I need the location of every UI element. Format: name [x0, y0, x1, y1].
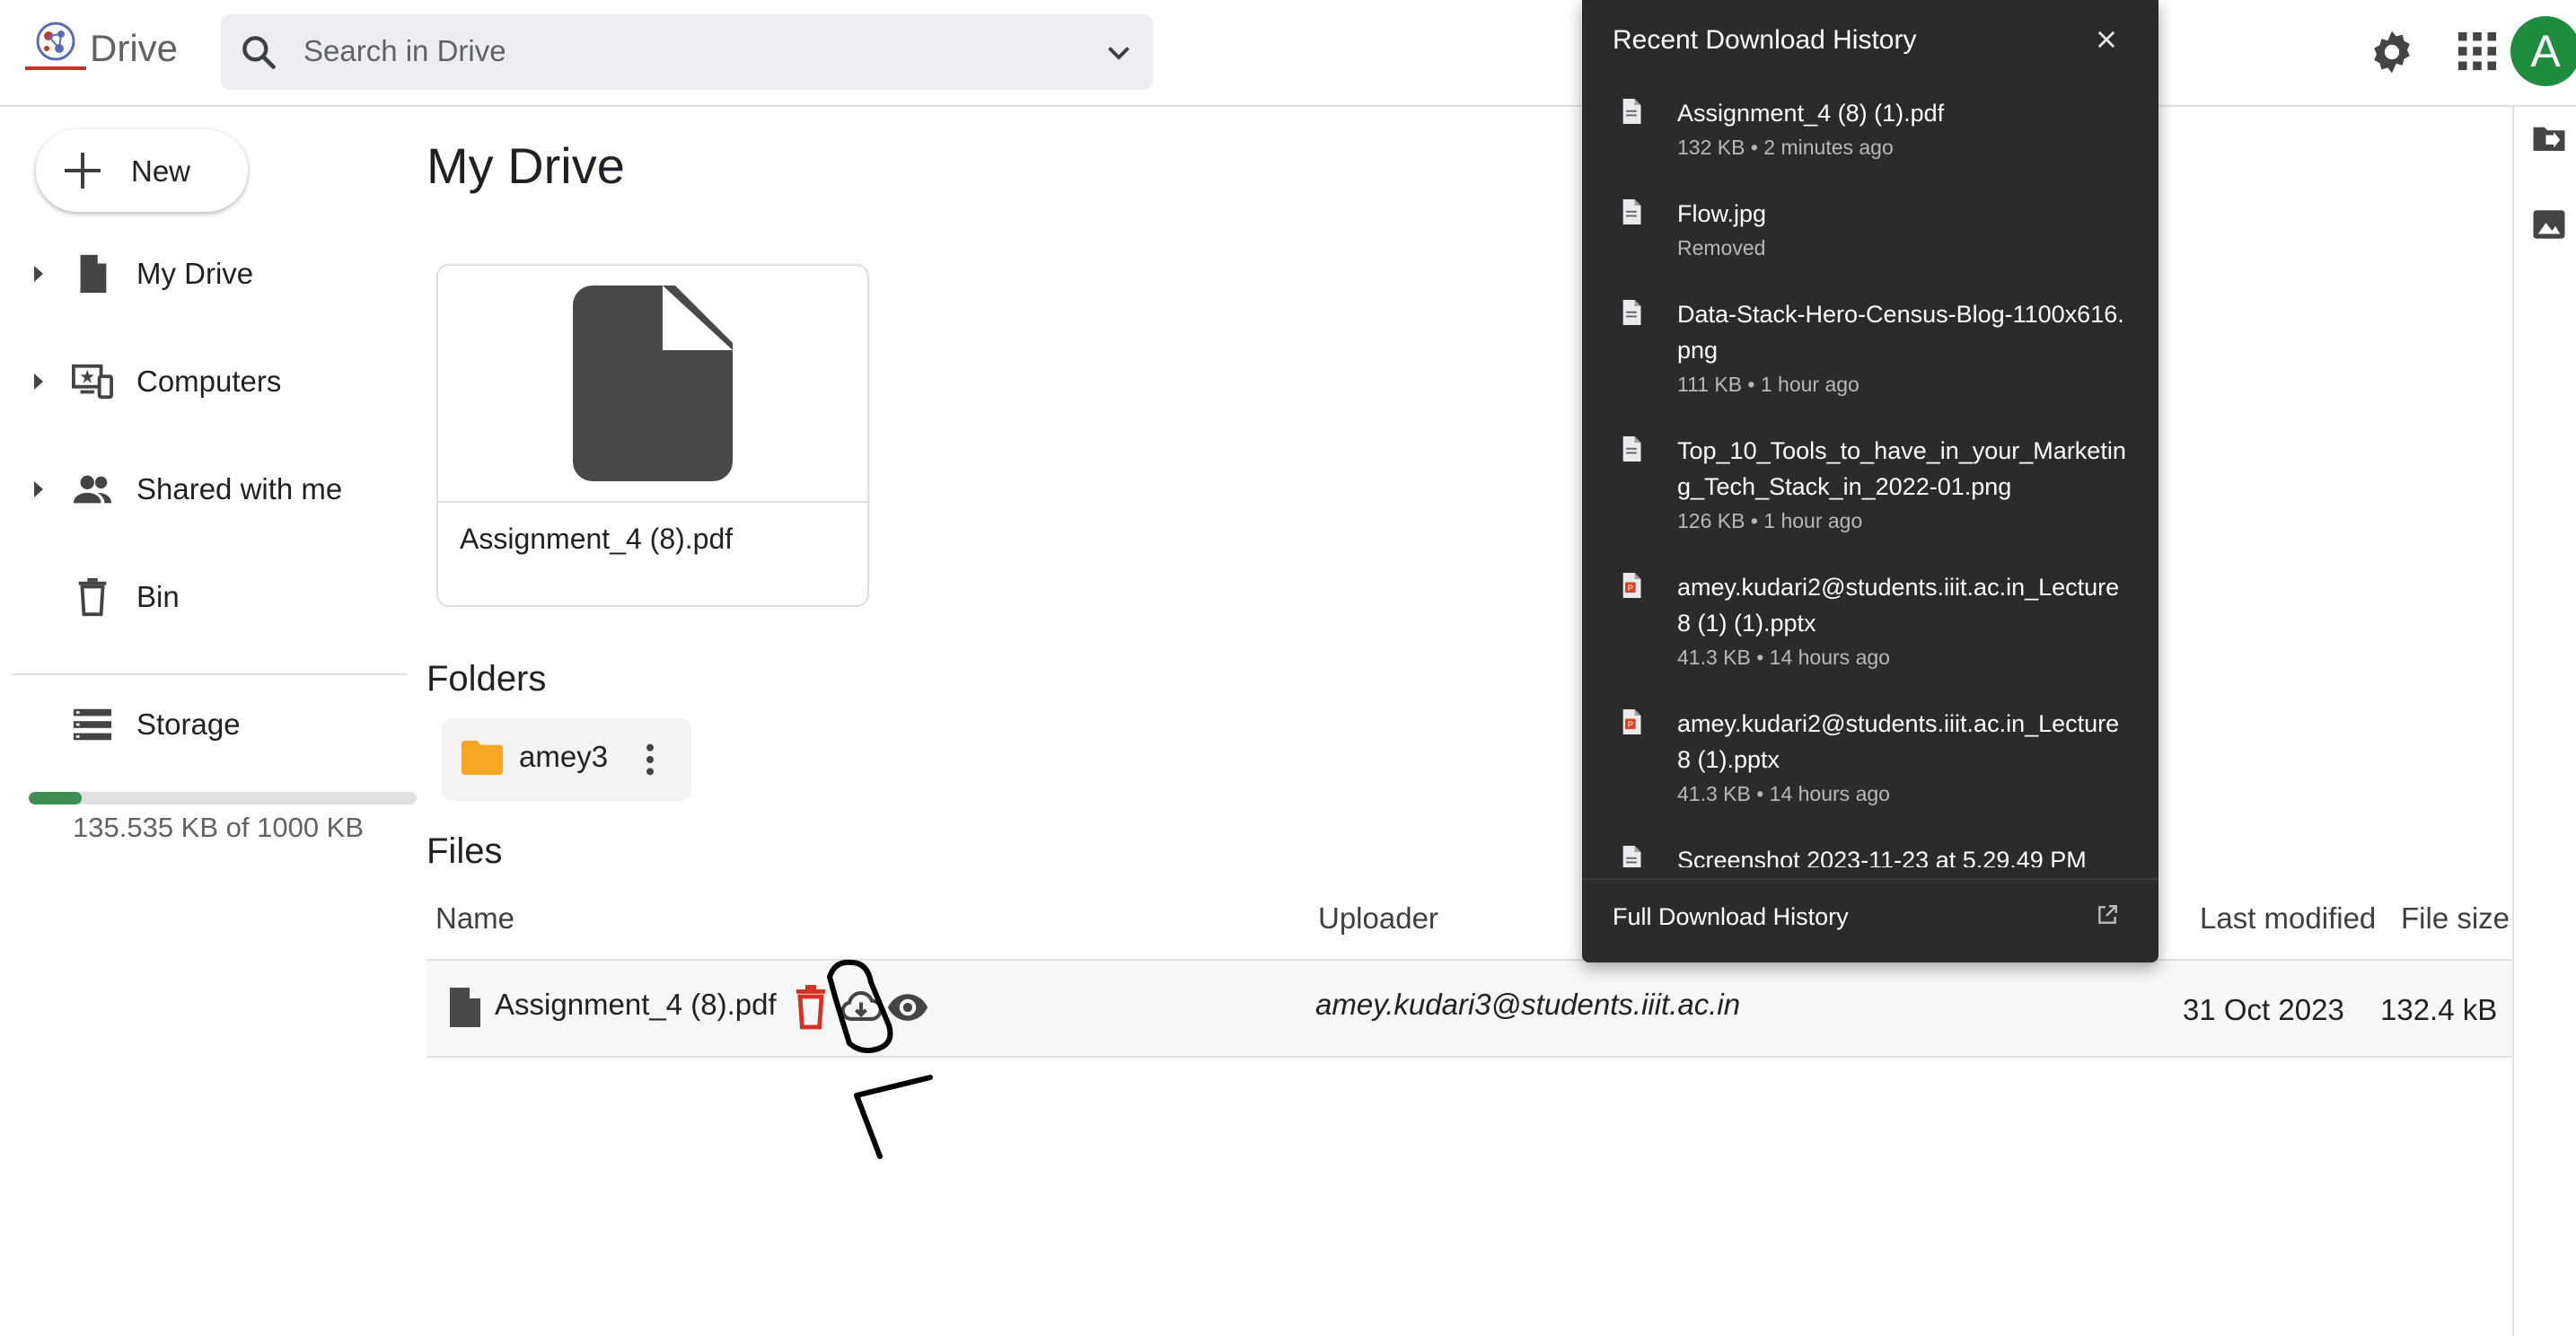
storage-icon: [73, 708, 112, 741]
sidebar-item-label: My Drive: [136, 257, 254, 290]
download-item-meta: 41.3 KB • 14 hours ago: [1677, 646, 1890, 669]
download-item[interactable]: Pamey.kudari2@students.iiit.ac.in_Lectur…: [1582, 560, 2158, 697]
sidebar-item-shared-with-me[interactable]: Shared with me: [0, 449, 395, 530]
sidebar-item-label: Computers: [136, 365, 282, 398]
image-icon[interactable]: [2530, 206, 2568, 243]
gear-icon[interactable]: [2367, 27, 2417, 77]
new-button[interactable]: New: [36, 129, 248, 212]
expand-arrow-icon[interactable]: [34, 266, 43, 282]
people-icon: [73, 475, 112, 504]
more-vert-icon[interactable]: [641, 742, 659, 778]
doc-icon: [1622, 300, 1641, 325]
svg-text:P: P: [1628, 720, 1633, 729]
trash-icon: [78, 577, 107, 617]
file-icon: [450, 988, 480, 1027]
download-item-name: Screenshot 2023-11-23 at 5.29.49 PM: [1677, 847, 2087, 867]
folder-item[interactable]: amey3: [442, 718, 691, 801]
download-item-name: Data-Stack-Hero-Census-Blog-1100x616.png: [1677, 301, 2124, 364]
folders-heading: Folders: [426, 659, 547, 699]
doc-icon: [1622, 436, 1641, 461]
sidebar-item-my-drive[interactable]: My Drive: [0, 233, 395, 314]
table-row[interactable]: Assignment_4 (8).pdf amey.kudari3@studen…: [426, 959, 2512, 1058]
column-header-uploader[interactable]: Uploader: [1318, 901, 1438, 936]
external-link-icon: [2098, 905, 2117, 924]
expand-arrow-icon[interactable]: [34, 481, 43, 497]
file-card-name: Assignment_4 (8).pdf: [460, 523, 734, 555]
download-list: Assignment_4 (8) (1).pdf 132 KB • 2 minut…: [1582, 86, 2158, 867]
logo-icon[interactable]: [20, 14, 92, 77]
file-icon: [80, 254, 107, 294]
suggested-file-card[interactable]: Assignment_4 (8).pdf: [436, 264, 869, 607]
last-modified-date: 31 Oct 2023: [2183, 993, 2344, 1026]
sidebar-item-label: Storage: [136, 708, 241, 741]
download-item-name: Top_10_Tools_to_have_in_your_Marketing_T…: [1677, 437, 2126, 500]
download-item-name: amey.kudari2@students.iiit.ac.in_Lecture…: [1677, 574, 2120, 637]
uploader-email: amey.kudari3@students.iiit.ac.in: [1315, 988, 1741, 1021]
download-item-meta: 132 KB • 2 minutes ago: [1677, 136, 1894, 159]
storage-progress-bar: [29, 792, 417, 804]
download-item[interactable]: Top_10_Tools_to_have_in_your_Marketing_T…: [1582, 424, 2158, 560]
storage-progress-fill: [29, 792, 82, 804]
ppt-icon: P: [1622, 573, 1641, 598]
download-item[interactable]: Screenshot 2023-11-23 at 5.29.49 PM: [1582, 833, 2158, 867]
folder-name: amey3: [519, 740, 609, 773]
download-item-meta: Removed: [1677, 236, 1766, 259]
download-history-panel: Recent Download History Assignment_4 (8)…: [1582, 0, 2158, 962]
right-rail: [2512, 105, 2576, 1336]
column-header-file-size[interactable]: File size: [2401, 901, 2510, 936]
sidebar-divider: [11, 673, 408, 675]
page-title: My Drive: [426, 137, 625, 194]
file-thumbnail: [438, 266, 867, 503]
folder-icon: [462, 740, 503, 776]
search-input[interactable]: Search in Drive: [303, 34, 506, 68]
svg-text:P: P: [1628, 584, 1633, 593]
file-name[interactable]: Assignment_4 (8).pdf: [495, 988, 777, 1022]
sidebar-item-label: Shared with me: [136, 472, 343, 505]
download-item[interactable]: Pamey.kudari2@students.iiit.ac.in_Lectur…: [1582, 697, 2158, 833]
download-item-name: Flow.jpg: [1677, 200, 1767, 227]
logo-text[interactable]: Drive: [90, 27, 178, 70]
computer-icon: [72, 364, 113, 400]
file-icon: [573, 286, 733, 481]
ppt-icon: P: [1622, 709, 1641, 734]
hand-drawn-annotation: [827, 959, 933, 1159]
doc-icon: [1622, 199, 1641, 224]
close-icon[interactable]: [2094, 27, 2119, 52]
search-icon[interactable]: [239, 32, 278, 72]
storage-usage-text: 135.535 KB of 1000 KB: [73, 812, 365, 843]
sidebar-item-label: Bin: [136, 580, 180, 613]
sidebar-item-computers[interactable]: Computers: [0, 341, 395, 422]
sidebar-item-storage[interactable]: Storage: [0, 684, 395, 765]
files-heading: Files: [426, 831, 503, 871]
expand-arrow-icon[interactable]: [34, 374, 43, 390]
doc-icon: [1622, 99, 1641, 124]
top-bar: Drive Search in Drive A: [0, 0, 2576, 107]
new-button-label: New: [131, 154, 191, 188]
download-item[interactable]: Data-Stack-Hero-Census-Blog-1100x616.png…: [1582, 287, 2158, 424]
panel-title: Recent Download History: [1613, 25, 1917, 55]
download-item-name: amey.kudari2@students.iiit.ac.in_Lecture…: [1677, 710, 2120, 773]
plus-icon: [65, 153, 101, 189]
doc-icon: [1622, 846, 1641, 867]
download-item-name: Assignment_4 (8) (1).pdf: [1677, 100, 1945, 127]
folder-move-icon[interactable]: [2530, 119, 2568, 157]
chevron-down-icon[interactable]: [1103, 36, 1135, 68]
download-item-meta: 126 KB • 1 hour ago: [1677, 509, 1863, 532]
column-header-name[interactable]: Name: [435, 901, 514, 936]
download-item[interactable]: Flow.jpg Removed: [1582, 187, 2158, 287]
apps-grid-icon[interactable]: [2457, 31, 2498, 72]
avatar[interactable]: A: [2510, 16, 2576, 86]
file-size: 132.4 kB: [2380, 993, 2498, 1026]
column-header-last-modified[interactable]: Last modified: [2200, 901, 2376, 936]
full-download-history-link[interactable]: Full Download History: [1582, 878, 2158, 962]
footer-label: Full Download History: [1613, 903, 1849, 930]
download-item-meta: 111 KB • 1 hour ago: [1677, 373, 1859, 396]
search-bar[interactable]: Search in Drive: [221, 14, 1153, 90]
sidebar-item-bin[interactable]: Bin: [0, 557, 395, 637]
download-item-meta: 41.3 KB • 14 hours ago: [1677, 782, 1890, 805]
download-item[interactable]: Assignment_4 (8) (1).pdf 132 KB • 2 minut…: [1582, 86, 2158, 187]
